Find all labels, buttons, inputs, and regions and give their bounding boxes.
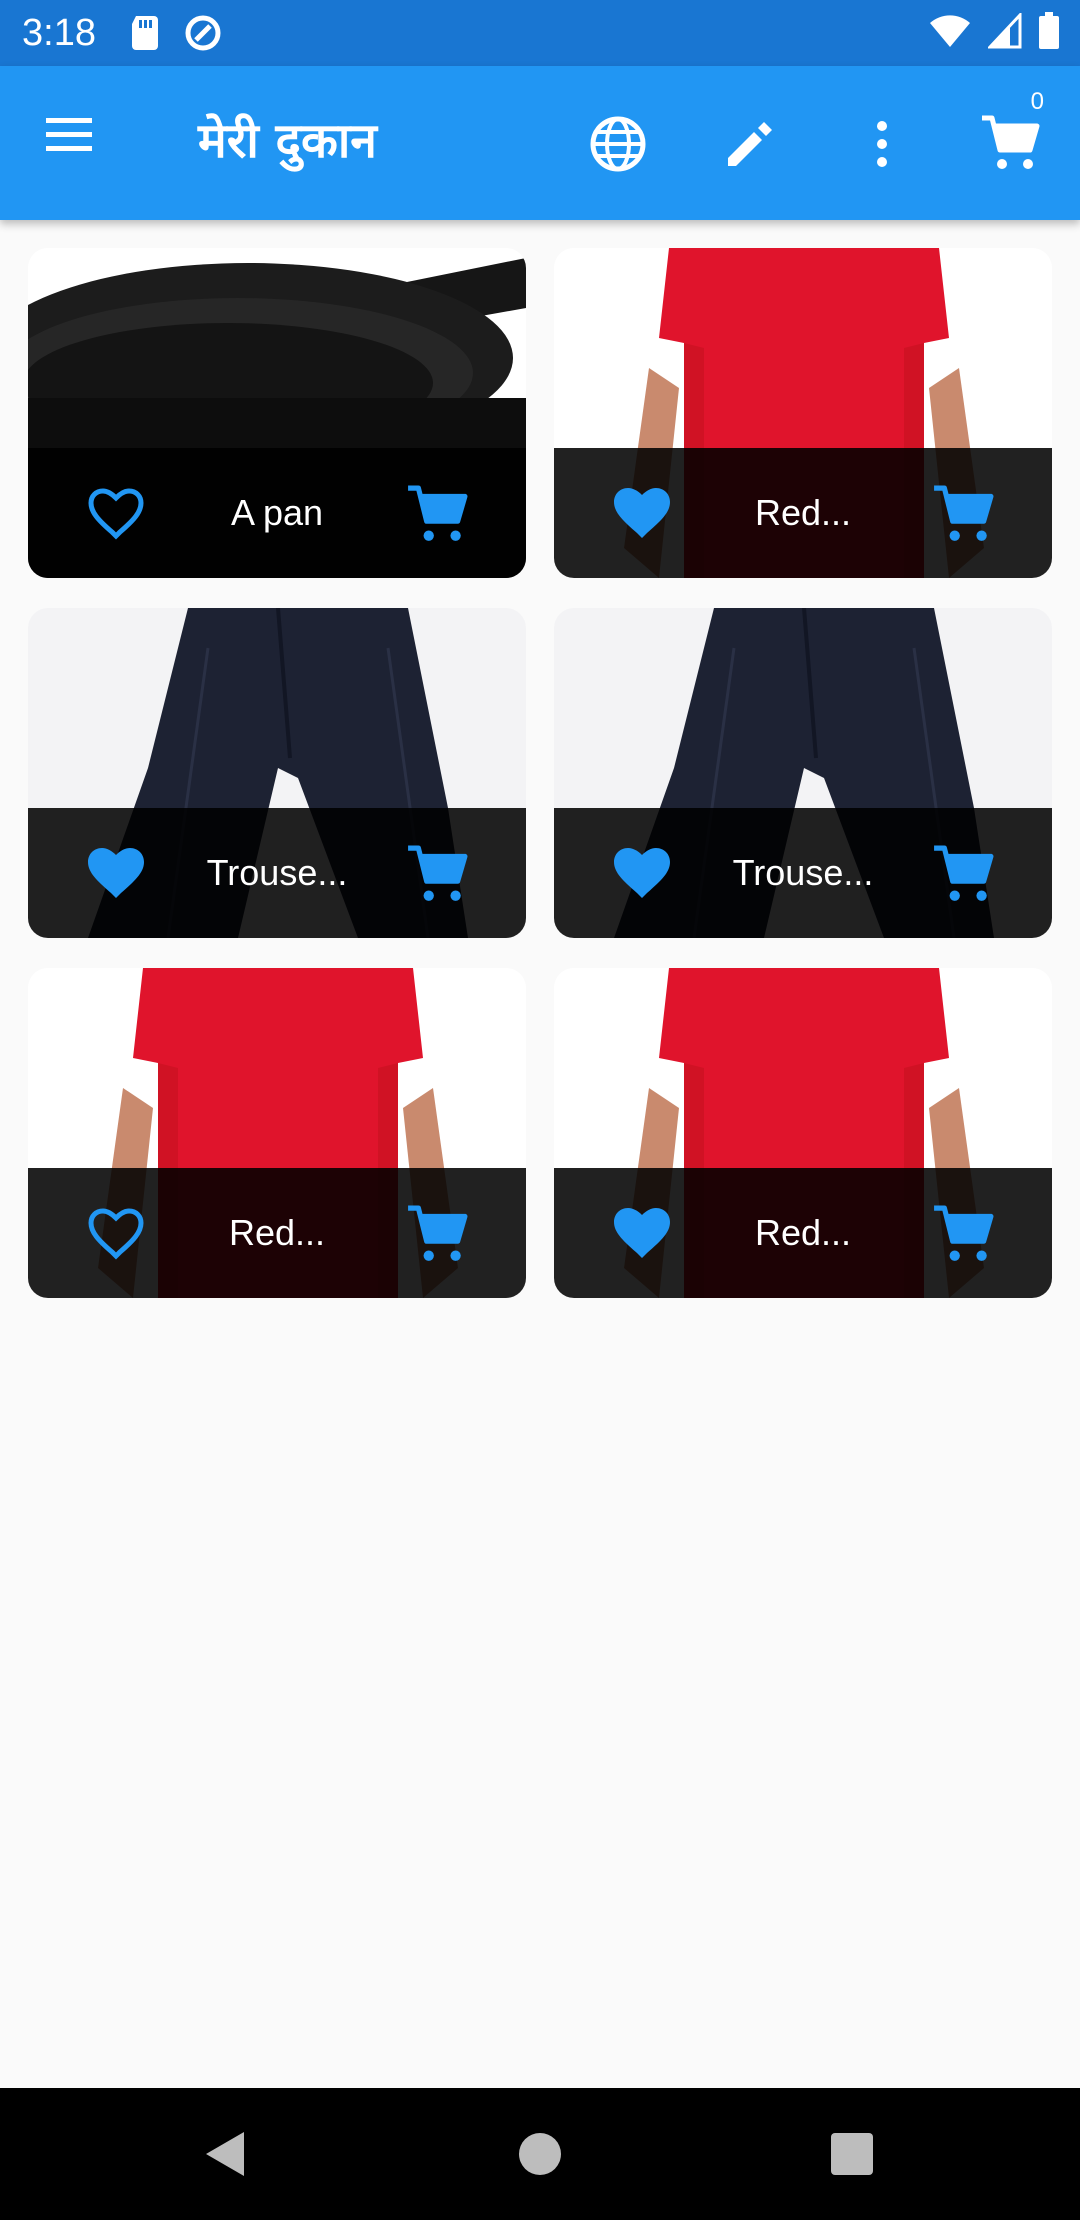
favorite-filled-icon[interactable] xyxy=(612,1204,672,1264)
menu-button[interactable] xyxy=(40,112,112,174)
product-card[interactable]: A pan xyxy=(28,248,526,578)
product-card-footer: Red... xyxy=(28,1168,526,1298)
product-card-footer: Trouse... xyxy=(554,808,1052,938)
cart-icon xyxy=(982,115,1040,169)
product-card-footer: A pan xyxy=(28,448,526,578)
back-icon xyxy=(206,2132,244,2176)
battery-icon xyxy=(1038,12,1060,54)
product-card-footer: Red... xyxy=(554,448,1052,578)
product-title: Red... xyxy=(754,492,852,533)
product-title: A pan xyxy=(230,492,324,533)
app-title: मेरी दुकान xyxy=(198,113,377,169)
product-card[interactable]: Trouse... xyxy=(28,608,526,938)
product-card[interactable]: Red... xyxy=(554,968,1052,1298)
back-button[interactable] xyxy=(196,2124,256,2184)
favorite-filled-icon[interactable] xyxy=(86,844,146,904)
menu-icon xyxy=(46,118,92,151)
status-time: 3:18 xyxy=(22,12,96,54)
add-to-cart-icon[interactable] xyxy=(406,1204,468,1266)
product-title: Red... xyxy=(228,1212,326,1253)
add-to-cart-icon[interactable] xyxy=(406,844,468,906)
home-icon xyxy=(519,2133,561,2175)
add-to-cart-icon[interactable] xyxy=(932,1204,994,1266)
product-title: Red... xyxy=(754,1212,852,1253)
product-title: Trouse... xyxy=(206,852,348,893)
app-bar: मेरी दुकान 0 xyxy=(0,66,1080,220)
product-card[interactable]: Red... xyxy=(28,968,526,1298)
recents-button[interactable] xyxy=(822,2124,882,2184)
home-button[interactable] xyxy=(510,2124,570,2184)
add-to-cart-icon[interactable] xyxy=(406,484,468,546)
more-options-button[interactable] xyxy=(842,104,922,184)
sync-icon xyxy=(184,14,222,56)
screen: 3:18 मेरी दुकान 0 A pan Red... Trouse...… xyxy=(0,0,1080,2220)
cart-button[interactable] xyxy=(970,104,1050,184)
language-button[interactable] xyxy=(578,104,658,184)
navigation-bar xyxy=(0,2088,1080,2220)
signal-icon xyxy=(986,11,1022,53)
edit-icon xyxy=(728,122,772,166)
cart-count-badge: 0 xyxy=(1030,88,1044,115)
sd-card-icon xyxy=(130,14,160,56)
product-title: Trouse... xyxy=(732,852,874,893)
product-card[interactable]: Red... xyxy=(554,248,1052,578)
language-icon xyxy=(590,116,646,172)
favorite-outline-icon[interactable] xyxy=(86,484,146,544)
favorite-filled-icon[interactable] xyxy=(612,844,672,904)
edit-button[interactable] xyxy=(710,104,790,184)
add-to-cart-icon[interactable] xyxy=(932,844,994,906)
product-card-footer: Red... xyxy=(554,1168,1052,1298)
status-bar: 3:18 xyxy=(0,0,1080,66)
more-vert-icon xyxy=(877,121,887,167)
product-card-footer: Trouse... xyxy=(28,808,526,938)
product-grid: A pan Red... Trouse... Trouse... Red... … xyxy=(28,248,1052,1298)
wifi-icon xyxy=(928,13,972,53)
add-to-cart-icon[interactable] xyxy=(932,484,994,546)
favorite-outline-icon[interactable] xyxy=(86,1204,146,1264)
favorite-filled-icon[interactable] xyxy=(612,484,672,544)
product-card[interactable]: Trouse... xyxy=(554,608,1052,938)
recents-icon xyxy=(831,2133,873,2175)
